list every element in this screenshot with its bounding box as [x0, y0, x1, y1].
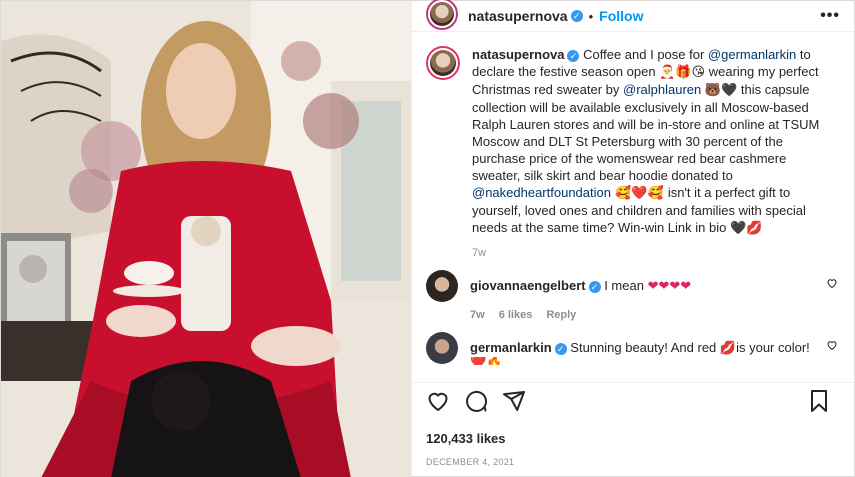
mention-link[interactable]: @germanlarkin: [708, 47, 796, 62]
verified-icon: ✓: [570, 10, 583, 22]
commenter-avatar[interactable]: [426, 332, 458, 364]
post-date: DECEMBER 4, 2021: [426, 457, 515, 467]
comment-message: Stunning beauty! And red: [570, 340, 720, 355]
comment-item: germanlarkin ✓ Stunning beauty! And red 💋…: [426, 332, 838, 365]
caption-segment: Coffee and I pose for: [583, 47, 708, 62]
comment-like-heart-icon[interactable]: [826, 277, 838, 292]
comment-emoji: 💋: [719, 341, 737, 356]
post-header: natasupernova ✓ • Follow •••: [412, 0, 854, 31]
reply-button[interactable]: Reply: [546, 309, 576, 321]
author-avatar[interactable]: [426, 0, 458, 30]
comment-message: I mean: [604, 278, 648, 293]
comment-message: is your color!: [736, 340, 810, 355]
comment-icon[interactable]: [464, 389, 488, 416]
caption-emoji: 🥰❤️🥰: [610, 186, 668, 201]
caption-text: natasupernova ✓ Coffee and I pose for @ge…: [472, 46, 838, 237]
caption-username[interactable]: natasupernova: [472, 47, 564, 62]
post-photo[interactable]: [1, 1, 411, 477]
comment-like-heart-icon[interactable]: [826, 339, 838, 354]
separator-dot: •: [588, 8, 594, 24]
instagram-post: natasupernova ✓ • Follow ••• natasuperno…: [0, 0, 855, 477]
share-icon[interactable]: [502, 389, 526, 416]
verified-icon: ✓: [567, 49, 580, 62]
caption-emoji: 🖤💋: [729, 221, 763, 236]
commenter-avatar[interactable]: [426, 270, 458, 302]
save-icon[interactable]: [808, 389, 830, 416]
likes-count[interactable]: 120,433 likes: [412, 426, 854, 452]
photo-illustration: [1, 1, 411, 477]
comment-emoji: ❤❤❤❤: [647, 279, 692, 294]
post-side-panel: natasupernova ✓ • Follow ••• natasuperno…: [411, 0, 854, 476]
comment-text: giovannaengelbert ✓ I mean ❤❤❤❤: [470, 277, 814, 295]
verified-icon: ✓: [588, 280, 601, 293]
heart-icon[interactable]: [426, 389, 450, 416]
caption-avatar[interactable]: [426, 46, 460, 80]
author-username[interactable]: natasupernova: [468, 8, 568, 24]
caption-emoji: 🎅🎁😘: [659, 65, 706, 80]
caption: natasupernova ✓ Coffee and I pose for @ge…: [426, 46, 838, 259]
caption-segment: this capsule collection will be availabl…: [472, 82, 820, 183]
comment-text: germanlarkin ✓ Stunning beauty! And red 💋…: [470, 339, 814, 365]
comment-item: giovannaengelbert ✓ I mean ❤❤❤❤ 7w 6 likes…: [426, 270, 838, 321]
action-bar: [412, 382, 854, 422]
mention-link[interactable]: @ralphlauren: [623, 82, 701, 97]
comment-likes[interactable]: 6 likes: [499, 309, 533, 321]
comment-username[interactable]: giovannaengelbert: [470, 278, 586, 293]
comments-scroll-area[interactable]: natasupernova ✓ Coffee and I pose for @ge…: [412, 31, 854, 382]
mention-link[interactable]: @nakedheartfoundation: [472, 185, 611, 200]
comment-emoji: ❤️🔥: [470, 357, 503, 365]
comment-username[interactable]: germanlarkin: [470, 340, 552, 355]
follow-button[interactable]: Follow: [599, 8, 643, 24]
more-icon[interactable]: •••: [820, 7, 840, 25]
caption-time[interactable]: 7w: [472, 247, 838, 259]
comment-meta: 7w 6 likes Reply: [470, 309, 814, 321]
comment-time[interactable]: 7w: [470, 309, 485, 321]
caption-emoji: 🐻🖤: [704, 83, 738, 98]
verified-icon: ✓: [554, 342, 567, 355]
